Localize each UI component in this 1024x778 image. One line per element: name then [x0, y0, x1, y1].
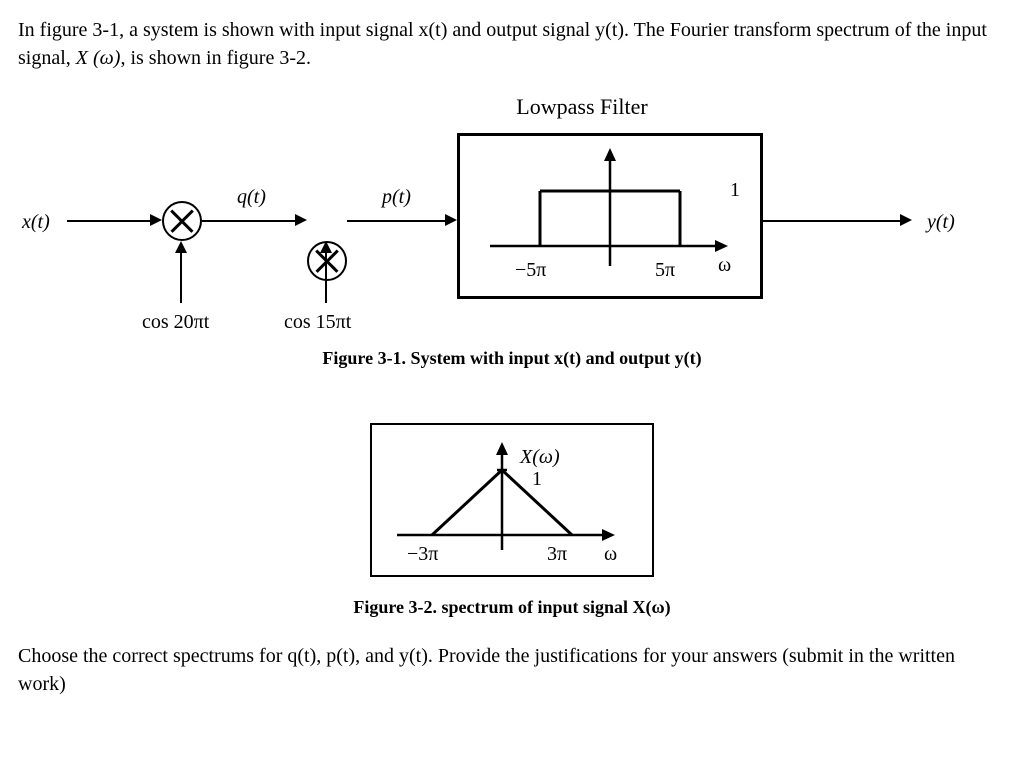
arrow-head-4	[900, 214, 912, 226]
input-spectrum-box: X(ω) 1 −3π 3π ω	[370, 423, 654, 577]
lowpass-filter-box: 1 −5π 5π ω	[457, 133, 763, 299]
signal-q-label: q(t)	[237, 183, 266, 211]
spectrum-pos: 3π	[547, 540, 567, 568]
spectrum-container: X(ω) 1 −3π 3π ω	[18, 423, 1006, 577]
figure-1-caption-text: Figure 3-1. System with input x(t) and o…	[322, 348, 701, 368]
filter-axis-label: ω	[718, 251, 731, 279]
spectrum-peak: 1	[532, 465, 542, 493]
multiplier-1	[162, 201, 202, 241]
filter-title: Lowpass Filter	[158, 92, 1006, 123]
system-diagram: x(t) cos 20πt q(t) cos 15πt p(t)	[22, 123, 1002, 383]
filter-gain-label: 1	[730, 176, 740, 204]
arrow-cos2-up	[325, 253, 327, 303]
figure-1-caption: Figure 3-1. System with input x(t) and o…	[22, 346, 1002, 371]
arrow-q	[202, 220, 297, 222]
arrow-head-3	[445, 214, 457, 226]
filter-pos-label: 5π	[655, 256, 675, 284]
filter-neg-label: −5π	[515, 256, 546, 284]
arrow-x-to-mult1	[67, 220, 152, 222]
intro-x: X	[76, 47, 88, 69]
arrow-cos1-head	[175, 241, 187, 253]
signal-y-label: y(t)	[927, 208, 955, 236]
intro-paragraph: In figure 3-1, a system is shown with in…	[18, 16, 1006, 72]
intro-text-2: , is shown in figure 3-2.	[120, 47, 311, 69]
closing-paragraph: Choose the correct spectrums for q(t), p…	[18, 642, 1006, 698]
arrow-head-1	[150, 214, 162, 226]
filter-response-plot	[460, 136, 760, 296]
modulator-1-label: cos 20πt	[142, 308, 209, 336]
arrow-p	[347, 220, 447, 222]
arrow-cos1-up	[180, 253, 182, 303]
figure-2-caption: Figure 3-2. spectrum of input signal X(ω…	[18, 595, 1006, 620]
signal-p-label: p(t)	[382, 183, 411, 211]
arrow-head-2	[295, 214, 307, 226]
intro-omega: (ω)	[88, 47, 120, 69]
spectrum-axis: ω	[604, 540, 617, 568]
figure-2-caption-text: Figure 3-2. spectrum of input signal X(ω…	[353, 597, 670, 617]
arrow-y	[762, 220, 902, 222]
spectrum-neg: −3π	[407, 540, 438, 568]
signal-x-label: x(t)	[22, 208, 50, 236]
arrow-cos2-head	[320, 241, 332, 253]
modulator-2-label: cos 15πt	[284, 308, 351, 336]
